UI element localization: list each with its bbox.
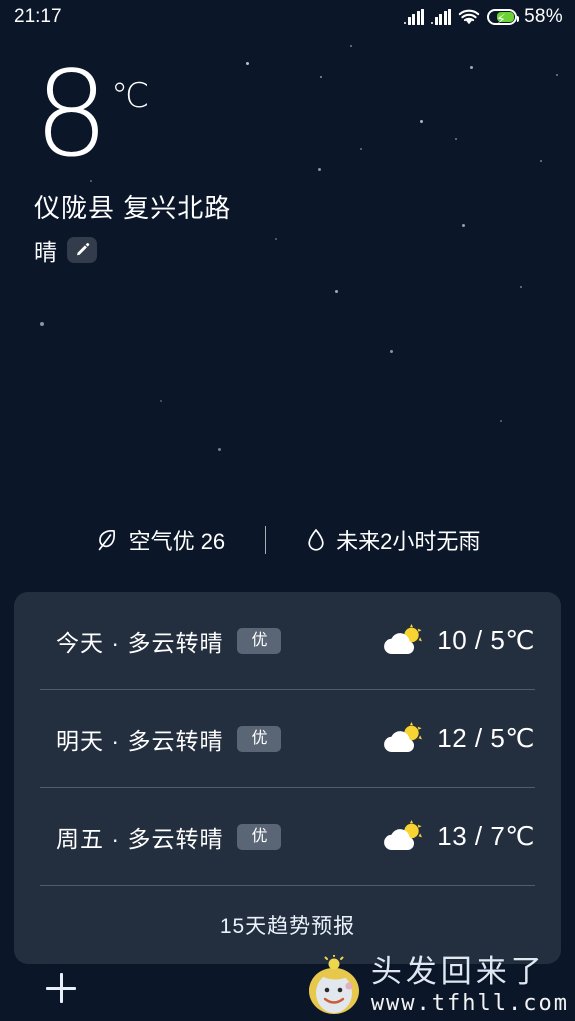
forecast-row-right: 13 / 7℃ bbox=[381, 819, 535, 854]
leaf-icon bbox=[95, 527, 119, 553]
pencil-edit-icon[interactable] bbox=[67, 237, 97, 264]
temperature-unit-label: ℃ bbox=[111, 77, 150, 115]
info-divider bbox=[265, 526, 267, 554]
watermark-text: 头发回来了 www.tfhll.com bbox=[371, 957, 569, 1015]
current-temperature-row: 8 ℃ bbox=[34, 45, 555, 183]
signal-bars-icon-2 bbox=[431, 9, 452, 25]
wifi-icon bbox=[458, 9, 480, 26]
battery-percent-label: 58% bbox=[524, 6, 563, 27]
status-bar: 21:17 ⚡ 58% bbox=[0, 0, 575, 34]
table-row[interactable]: 今天 · 多云转晴 优 10 / 5℃ bbox=[14, 592, 561, 689]
summary-info-strip: 空气优 26 未来2小时无雨 bbox=[0, 524, 575, 556]
forecast-temp-range: 10 / 5℃ bbox=[437, 625, 535, 655]
water-drop-icon bbox=[306, 527, 326, 553]
forecast-row-left: 周五 · 多云转晴 优 bbox=[56, 820, 381, 854]
forecast-row-right: 12 / 5℃ bbox=[381, 721, 535, 756]
cartoon-face-logo bbox=[303, 955, 365, 1017]
air-quality-badge: 优 bbox=[237, 823, 282, 850]
forecast-card: 今天 · 多云转晴 优 10 / 5℃ 明天 · 多云转晴 优 12 / 5℃ … bbox=[14, 592, 561, 964]
forecast-row-left: 今天 · 多云转晴 优 bbox=[56, 624, 381, 658]
watermark: 头发回来了 www.tfhll.com bbox=[303, 955, 569, 1017]
forecast-day-label: 今天 · 多云转晴 bbox=[56, 629, 224, 656]
status-bar-icons: ⚡ 58% bbox=[404, 6, 563, 28]
watermark-title: 头发回来了 bbox=[370, 954, 546, 990]
status-bar-time: 21:17 bbox=[14, 6, 62, 27]
forecast-day-label: 明天 · 多云转晴 bbox=[56, 727, 224, 754]
sun-behind-cloud-icon bbox=[381, 721, 425, 756]
sun-behind-cloud-icon bbox=[381, 819, 425, 854]
rain-forecast-label: 未来2小时无雨 bbox=[336, 529, 481, 554]
forecast-day-label: 周五 · 多云转晴 bbox=[56, 825, 224, 852]
signal-bars-icon bbox=[404, 9, 425, 25]
sun-behind-cloud-icon bbox=[381, 623, 425, 658]
battery-charging-icon: ⚡ bbox=[487, 9, 520, 27]
table-row[interactable]: 明天 · 多云转晴 优 12 / 5℃ bbox=[14, 690, 561, 787]
forecast-row-right: 10 / 5℃ bbox=[381, 623, 535, 658]
forecast-temp-range: 12 / 5℃ bbox=[437, 723, 535, 753]
watermark-url: www.tfhll.com bbox=[370, 991, 569, 1016]
current-temperature-value: 8 bbox=[34, 45, 109, 183]
location-label[interactable]: 仪陇县 复兴北路 bbox=[34, 188, 555, 225]
condition-label: 晴 bbox=[34, 239, 57, 266]
air-quality-label: 空气优 26 bbox=[128, 529, 226, 554]
plus-icon[interactable] bbox=[44, 971, 78, 1005]
air-quality-badge: 优 bbox=[237, 627, 282, 654]
air-quality-badge: 优 bbox=[237, 725, 282, 752]
forecast-temp-range: 13 / 7℃ bbox=[437, 821, 535, 851]
table-row[interactable]: 周五 · 多云转晴 优 13 / 7℃ bbox=[14, 788, 561, 885]
weather-app-screen: 21:17 ⚡ 58% 8 ℃ 仪陇县 复兴北路 晴 空气优 26 未来2小时无… bbox=[0, 0, 575, 1021]
rain-forecast-item[interactable]: 未来2小时无雨 bbox=[306, 524, 480, 556]
condition-row: 晴 bbox=[34, 233, 555, 267]
air-quality-item[interactable]: 空气优 26 bbox=[95, 524, 226, 556]
current-weather-hero: 8 ℃ 仪陇县 复兴北路 晴 bbox=[34, 45, 555, 267]
forecast-row-left: 明天 · 多云转晴 优 bbox=[56, 722, 381, 756]
trend-forecast-link[interactable]: 15天趋势预报 bbox=[14, 886, 561, 964]
